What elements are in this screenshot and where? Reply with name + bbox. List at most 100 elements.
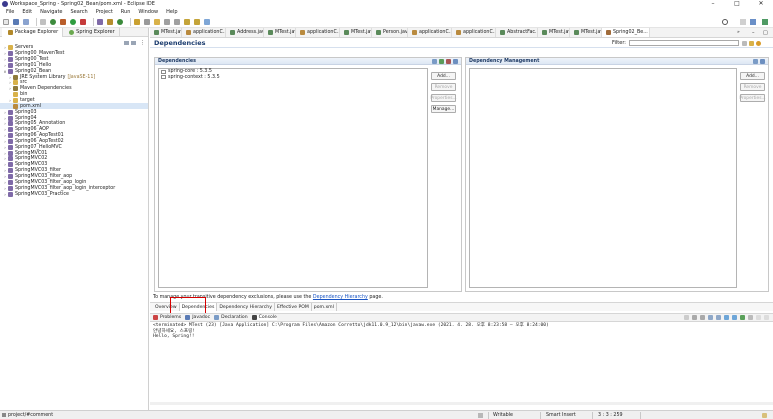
search-icon[interactable]: [144, 18, 150, 25]
subtab-pom-xml[interactable]: pom.xml: [312, 303, 337, 311]
subtab-dependency-hierarchy[interactable]: Dependency Hierarchy: [217, 303, 275, 311]
chevron-right-icon[interactable]: ›: [8, 75, 12, 80]
chevron-right-icon[interactable]: ›: [3, 63, 7, 68]
run-icon[interactable]: [70, 18, 76, 25]
chevron-right-icon[interactable]: ›: [3, 186, 7, 191]
menu-navigate[interactable]: Navigate: [40, 9, 62, 15]
word-wrap-icon[interactable]: [716, 315, 721, 320]
open-perspective-icon[interactable]: [740, 19, 746, 25]
minimize-editor-icon[interactable]: –: [752, 30, 755, 36]
editor-tab[interactable]: Spring02_Be...: [602, 28, 650, 37]
chevron-right-icon[interactable]: ›: [3, 192, 7, 197]
chevron-right-icon[interactable]: ›: [3, 174, 7, 179]
dependency-hierarchy-link[interactable]: Dependency Hierarchy: [313, 295, 368, 300]
terminate-icon[interactable]: [684, 315, 689, 320]
close-button[interactable]: ✕: [749, 0, 773, 8]
more-tabs-icon[interactable]: »: [737, 30, 740, 35]
menu-search[interactable]: Search: [71, 9, 88, 15]
chevron-right-icon[interactable]: ›: [3, 121, 7, 126]
chevron-right-icon[interactable]: ›: [3, 51, 7, 56]
chevron-right-icon[interactable]: ›: [3, 180, 7, 185]
maximize-console-icon[interactable]: [764, 315, 769, 320]
tab-declaration[interactable]: Declaration: [214, 315, 248, 320]
list-item[interactable]: spring-context : 5.3.5: [159, 75, 427, 81]
minimize-button[interactable]: –: [701, 0, 725, 8]
sort-icon[interactable]: [749, 40, 754, 46]
minimize-console-icon[interactable]: [756, 315, 761, 320]
filter-input[interactable]: [629, 40, 739, 46]
tab-javadoc[interactable]: Javadoc: [185, 315, 210, 320]
editor-tab[interactable]: Address.java: [226, 28, 264, 37]
clear-filter-icon[interactable]: [742, 40, 747, 46]
pencil-icon[interactable]: [154, 18, 160, 25]
maximize-button[interactable]: □: [725, 0, 749, 8]
chevron-right-icon[interactable]: ›: [3, 151, 7, 156]
editor-tab[interactable]: MTest.java: [538, 28, 570, 37]
chevron-right-icon[interactable]: ›: [3, 57, 7, 62]
help-icon[interactable]: [756, 40, 761, 46]
console-view-menu-icon[interactable]: [748, 315, 753, 320]
notification-icon[interactable]: [762, 413, 767, 418]
chevron-right-icon[interactable]: ›: [8, 80, 12, 85]
editor-tab[interactable]: AbstractFac...: [496, 28, 538, 37]
sort-deps-icon[interactable]: [432, 59, 437, 64]
editor-tab[interactable]: MTest.java: [150, 28, 182, 37]
maximize-editor-icon[interactable]: □: [763, 30, 768, 36]
editor-tab[interactable]: applicationC...: [408, 28, 452, 37]
global-search-icon[interactable]: [722, 19, 728, 25]
chevron-right-icon[interactable]: ›: [3, 139, 7, 144]
chevron-right-icon[interactable]: ›: [3, 133, 7, 138]
chevron-right-icon[interactable]: ›: [3, 156, 7, 161]
editor-tab[interactable]: MTest.java: [264, 28, 296, 37]
filter-deps-icon[interactable]: [446, 59, 451, 64]
chevron-right-icon[interactable]: ›: [3, 127, 7, 132]
chevron-right-icon[interactable]: ›: [8, 98, 12, 103]
editor-tab[interactable]: applicationC...: [296, 28, 340, 37]
save-all-icon[interactable]: [23, 18, 29, 25]
subtab-effective-pom[interactable]: Effective POM: [275, 303, 312, 311]
link-editor-icon[interactable]: [131, 41, 136, 45]
manage-dependencies-button[interactable]: Manage...: [431, 105, 456, 113]
forward-icon[interactable]: [194, 18, 200, 25]
menu-run[interactable]: Run: [121, 9, 131, 15]
new-class-icon[interactable]: [117, 18, 123, 25]
managed-dependency-properties-button[interactable]: Properties...: [739, 94, 766, 102]
editor-tab[interactable]: applicationC...: [452, 28, 496, 37]
show-groupid-icon[interactable]: [439, 59, 444, 64]
coverage-icon[interactable]: [60, 18, 66, 25]
add-dependency-button[interactable]: Add...: [431, 72, 456, 80]
dependency-management-list[interactable]: [469, 68, 737, 288]
external-tools-icon[interactable]: [80, 18, 86, 25]
dependencies-list[interactable]: spring-core : 5.3.5 spring-context : 5.3…: [158, 68, 428, 288]
java-perspective-icon[interactable]: [750, 19, 756, 25]
add-managed-dependency-button[interactable]: Add...: [740, 72, 765, 80]
remove-managed-dependency-button[interactable]: Remove: [740, 83, 765, 91]
menu-file[interactable]: File: [6, 9, 14, 15]
chevron-right-icon[interactable]: ›: [3, 168, 7, 173]
skip-breakpoints-icon[interactable]: [40, 18, 46, 25]
menu-help[interactable]: Help: [166, 9, 177, 15]
dependency-properties-button[interactable]: Properties...: [430, 94, 457, 102]
next-annotation-icon[interactable]: [164, 18, 170, 25]
chevron-down-icon[interactable]: ∨: [3, 69, 7, 74]
tab-console[interactable]: Console: [251, 315, 277, 320]
pin-console-icon[interactable]: [724, 315, 729, 320]
chevron-right-icon[interactable]: ›: [8, 86, 12, 91]
menu-edit[interactable]: Edit: [22, 9, 32, 15]
tab-package-explorer[interactable]: Package Explorer: [2, 27, 64, 37]
chevron-right-icon[interactable]: ›: [3, 110, 7, 115]
editor-tab[interactable]: Person.java: [372, 28, 408, 37]
editor-tab[interactable]: MTest.java: [340, 28, 372, 37]
console-horizontal-scrollbar[interactable]: [150, 402, 773, 405]
save-icon[interactable]: [13, 18, 19, 25]
back-icon[interactable]: [184, 18, 190, 25]
view-menu-icon[interactable]: ⋮: [140, 40, 145, 46]
editor-tab[interactable]: applicationC...: [182, 28, 226, 37]
remove-launch-icon[interactable]: [692, 315, 697, 320]
chevron-right-icon[interactable]: ›: [3, 45, 7, 50]
new-package-icon[interactable]: [107, 18, 113, 25]
new-icon[interactable]: [3, 18, 9, 25]
collapse-deps-icon[interactable]: [453, 59, 458, 64]
chevron-right-icon[interactable]: ›: [3, 162, 7, 167]
java-ee-perspective-icon[interactable]: [762, 19, 768, 25]
